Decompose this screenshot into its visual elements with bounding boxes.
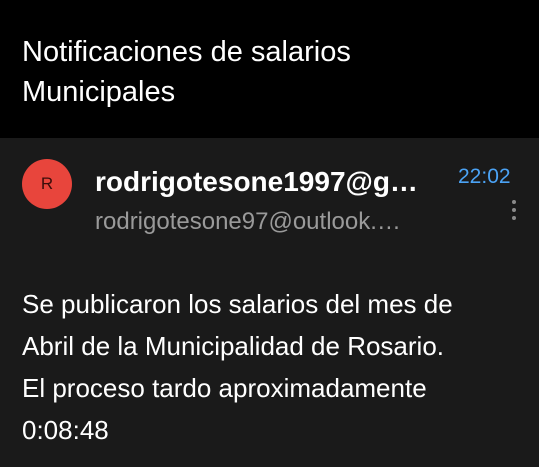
email-subject: Notificaciones de salarios Municipales xyxy=(22,32,512,112)
more-dot xyxy=(512,208,516,212)
more-dot xyxy=(512,216,516,220)
recipient-address[interactable]: rodrigotesone97@outlook.… xyxy=(95,208,440,236)
body-line: Se publicaron los salarios del mes de xyxy=(22,289,453,319)
more-vert-icon[interactable] xyxy=(506,198,522,222)
sender-avatar[interactable]: R xyxy=(22,159,72,209)
sender-address[interactable]: rodrigotesone1997@g… xyxy=(95,166,440,198)
body-line: 0:08:48 xyxy=(22,415,109,445)
body-line: El proceso tardo aproximadamente xyxy=(22,373,427,403)
message-body: Se publicaron los salarios del mes de Ab… xyxy=(22,283,522,451)
subject-line-2: Municipales xyxy=(22,76,176,108)
more-dot xyxy=(512,200,516,204)
email-message: R rodrigotesone1997@g… rodrigotesone97@o… xyxy=(0,138,539,467)
subject-line-1: Notificaciones de salarios xyxy=(22,36,351,68)
body-line: Abril de la Municipalidad de Rosario. xyxy=(22,331,445,361)
message-time: 22:02 xyxy=(458,165,511,188)
thread-header: Notificaciones de salarios Municipales xyxy=(0,0,539,138)
